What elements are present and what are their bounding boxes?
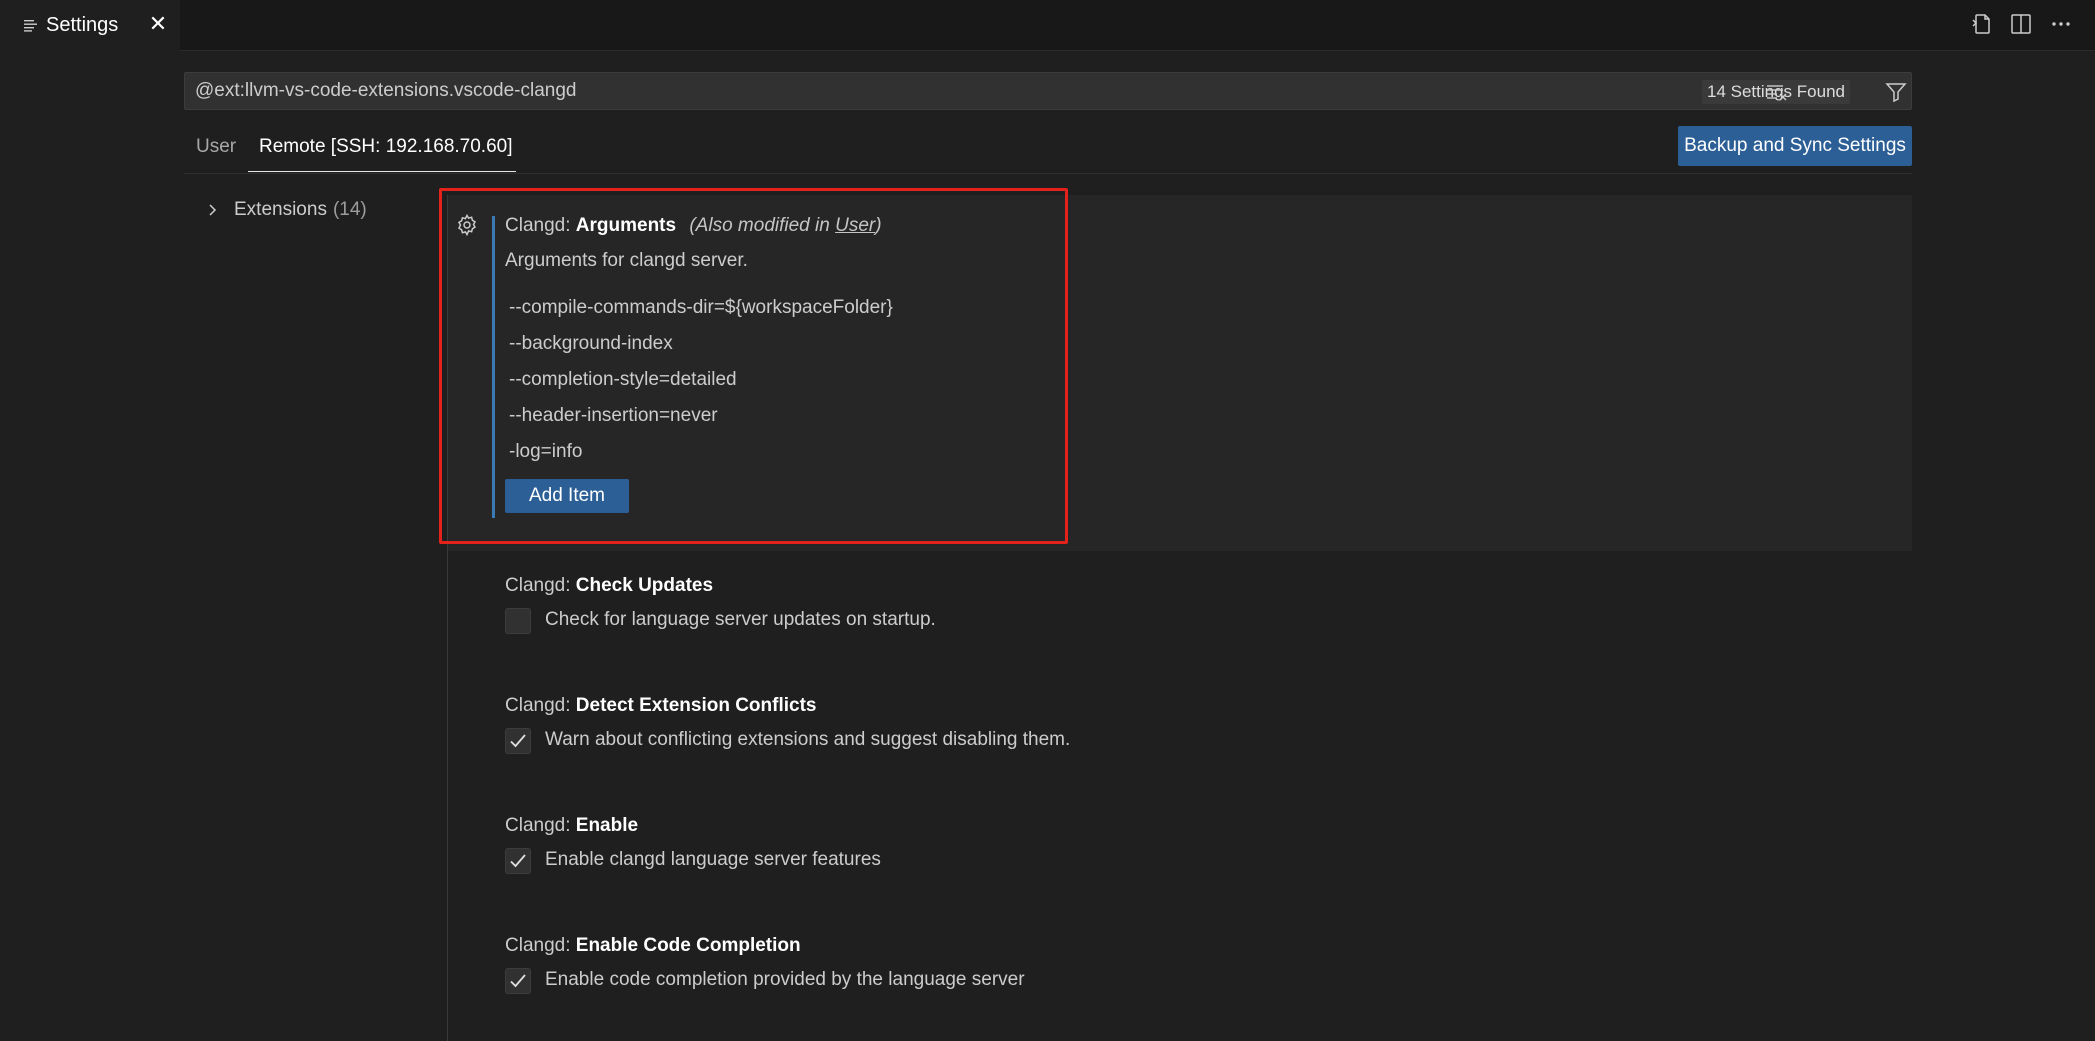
checkbox-label: Check for language server updates on sta… bbox=[545, 609, 936, 630]
tab-user-settings[interactable]: User bbox=[196, 136, 236, 158]
checkmark-icon bbox=[510, 734, 526, 748]
setting-category: Clangd: bbox=[505, 575, 576, 596]
active-tab-indicator bbox=[248, 171, 516, 172]
setting-title: Clangd: Enable bbox=[505, 815, 638, 837]
setting-category: Clangd: bbox=[505, 815, 576, 836]
focus-indicator bbox=[492, 216, 495, 518]
setting-name: Check Updates bbox=[575, 575, 714, 596]
setting-name: Enable bbox=[575, 815, 639, 836]
checkmark-icon bbox=[510, 854, 526, 868]
toc-label: Extensions bbox=[234, 199, 327, 220]
checkbox-label: Enable clangd language server features bbox=[545, 849, 881, 870]
setting-category: Clangd: bbox=[505, 935, 576, 956]
toc-count: (14) bbox=[332, 199, 367, 220]
settings-editor: Settings ✕ 14 Settings Found bbox=[0, 0, 2095, 1041]
list-item[interactable]: --completion-style=detailed bbox=[509, 369, 737, 391]
setting-category: Clangd: bbox=[505, 215, 576, 236]
scope-divider bbox=[184, 173, 1912, 174]
modified-indicator: (Also modified in User) bbox=[689, 215, 881, 236]
setting-title: Clangd: Arguments (Also modified in User… bbox=[505, 215, 882, 237]
tab-remote-settings[interactable]: Remote [SSH: 192.168.70.60] bbox=[259, 136, 513, 158]
list-item[interactable]: --compile-commands-dir=${workspaceFolder… bbox=[509, 297, 893, 319]
checkmark-icon bbox=[510, 974, 526, 988]
enable-completion-checkbox[interactable] bbox=[505, 968, 531, 994]
editor-actions bbox=[1969, 12, 2073, 36]
setting-description: Arguments for clangd server. bbox=[505, 250, 748, 271]
settings-search: 14 Settings Found bbox=[184, 72, 1912, 110]
list-item[interactable]: --header-insertion=never bbox=[509, 405, 718, 427]
setting-title: Clangd: Check Updates bbox=[505, 575, 713, 597]
modified-in-user-link[interactable]: User bbox=[835, 215, 875, 236]
checkbox-label: Warn about conflicting extensions and su… bbox=[545, 729, 1071, 750]
filter-icon[interactable] bbox=[1884, 80, 1908, 104]
setting-title: Clangd: Detect Extension Conflicts bbox=[505, 695, 817, 717]
gear-icon[interactable] bbox=[455, 213, 479, 237]
list-item[interactable]: --background-index bbox=[509, 333, 673, 355]
list-icon bbox=[24, 20, 37, 32]
modified-suffix: ) bbox=[875, 215, 882, 236]
add-item-button[interactable]: Add Item bbox=[505, 479, 629, 513]
backup-sync-button[interactable]: Backup and Sync Settings bbox=[1678, 126, 1912, 166]
checkbox-label: Enable code completion provided by the l… bbox=[545, 969, 1025, 990]
setting-name: Arguments bbox=[575, 215, 677, 236]
open-json-icon[interactable] bbox=[1969, 12, 1993, 36]
check-updates-checkbox[interactable] bbox=[505, 608, 531, 634]
modified-prefix: (Also modified in bbox=[689, 215, 836, 236]
setting-title: Clangd: Enable Code Completion bbox=[505, 935, 801, 957]
more-icon[interactable] bbox=[2049, 12, 2073, 36]
list-item[interactable]: -log=info bbox=[509, 441, 582, 463]
setting-category: Clangd: bbox=[505, 695, 576, 716]
tab-label: Settings bbox=[46, 14, 119, 36]
editor-tab-bar: Settings ✕ bbox=[0, 0, 2095, 51]
close-icon[interactable]: ✕ bbox=[148, 12, 168, 36]
detect-conflicts-checkbox[interactable] bbox=[505, 728, 531, 754]
tab-settings[interactable]: Settings ✕ bbox=[0, 0, 180, 51]
search-input[interactable] bbox=[195, 73, 1495, 109]
split-editor-icon[interactable] bbox=[2009, 12, 2033, 36]
setting-name: Enable Code Completion bbox=[575, 935, 801, 956]
chevron-right-icon bbox=[209, 204, 217, 216]
enable-checkbox[interactable] bbox=[505, 848, 531, 874]
toc-extensions[interactable]: Extensions (14) bbox=[206, 199, 367, 221]
clear-filter-icon[interactable] bbox=[1765, 80, 1789, 104]
setting-name: Detect Extension Conflicts bbox=[575, 695, 817, 716]
